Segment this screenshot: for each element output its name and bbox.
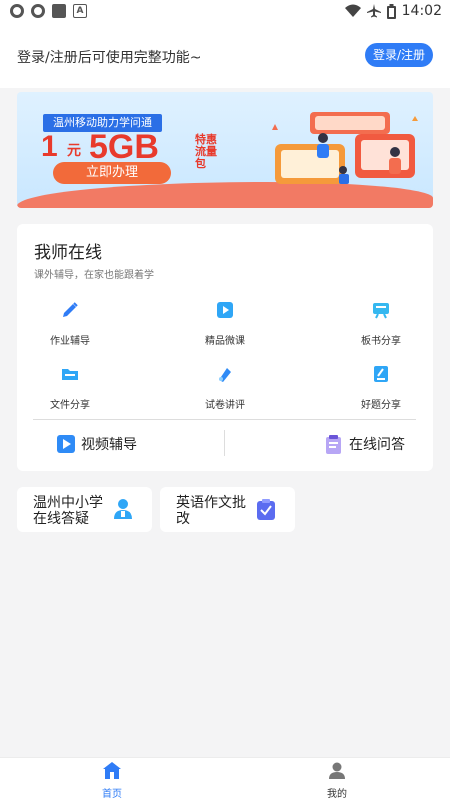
airplane-icon [366,4,381,18]
shortcut-label: 英语作文批改 [176,495,246,527]
wifi-icon [344,4,361,17]
shortcut-english-essay[interactable]: 英语作文批改 [160,487,295,532]
feature-microlesson[interactable]: 精品微课 [175,300,275,354]
promo-banner[interactable]: 温州移动助力学问通 1 元 5GB 特惠流量包 立即办理 [17,92,433,208]
banner-amount: 1 [41,130,58,163]
paper-icon [215,364,235,384]
sync-icon [31,4,45,18]
video-tutoring-button[interactable]: 视频辅导 [57,431,137,457]
login-register-button[interactable]: 登录/注册 [365,43,433,67]
tab-label: 我的 [327,789,347,800]
tab-mine[interactable]: 我的 [307,762,367,800]
pencil-icon [60,300,80,320]
video-icon [57,435,75,453]
card-subtitle: 课外辅导，在家也能跟着学 [34,270,154,281]
tab-home[interactable]: 首页 [82,762,142,800]
feature-board-share[interactable]: 板书分享 [331,300,431,354]
banner-unit: 元 [67,143,81,159]
status-bar: A 14:02 [0,0,450,24]
sync-icon [10,4,24,18]
play-icon [215,300,235,320]
user-icon [328,762,346,779]
feature-good-questions[interactable]: 好题分享 [331,364,431,418]
shortcut-label: 温州中小学在线答疑 [33,495,103,527]
battery-icon [386,3,396,19]
banner-extra: 特惠流量包 [195,133,217,170]
status-bar-notifications: A [10,4,87,18]
feature-file-share[interactable]: 文件分享 [20,364,120,418]
action-label: 视频辅导 [81,437,137,453]
tab-label: 首页 [102,789,122,800]
card-title: 我师在线 [34,243,102,263]
a-icon: A [73,4,87,18]
teacher-online-card: 我师在线 课外辅导，在家也能跟着学 作业辅导 精品微课 板书分享 文件分享 试卷… [17,224,433,471]
feature-homework[interactable]: 作业辅导 [20,300,120,354]
feature-label: 好题分享 [361,400,401,411]
feature-label: 精品微课 [205,336,245,347]
online-qa-button[interactable]: 在线问答 [325,431,405,457]
status-bar-system: 14:02 [344,3,442,19]
shortcut-wenzhou-qa[interactable]: 温州中小学在线答疑 [17,487,152,532]
square-icon [52,4,66,18]
feature-label: 文件分享 [50,400,90,411]
banner-cta-button[interactable]: 立即办理 [53,162,171,184]
login-tip: 登录/注册后可使用完整功能~ [17,50,202,66]
feature-grid: 作业辅导 精品微课 板书分享 文件分享 试卷讲评 好题分享 [17,294,433,414]
teacher-icon [112,498,134,520]
action-label: 在线问答 [349,437,405,453]
qa-icon [325,435,343,454]
clipboard-check-icon [255,498,277,520]
doc-edit-icon [371,364,391,384]
status-time: 14:02 [401,3,442,19]
top-bar: 登录/注册后可使用完整功能~ 登录/注册 [0,24,450,88]
card-divider [33,419,416,420]
feature-paper-review[interactable]: 试卷讲评 [175,364,275,418]
action-divider [224,430,225,456]
board-icon [371,300,391,320]
folder-icon [60,364,80,384]
home-icon [103,762,121,779]
bottom-tab-bar: 首页 我的 [0,757,450,800]
banner-illustration [272,112,418,184]
feature-label: 作业辅导 [50,336,90,347]
feature-label: 试卷讲评 [205,400,245,411]
feature-label: 板书分享 [361,336,401,347]
